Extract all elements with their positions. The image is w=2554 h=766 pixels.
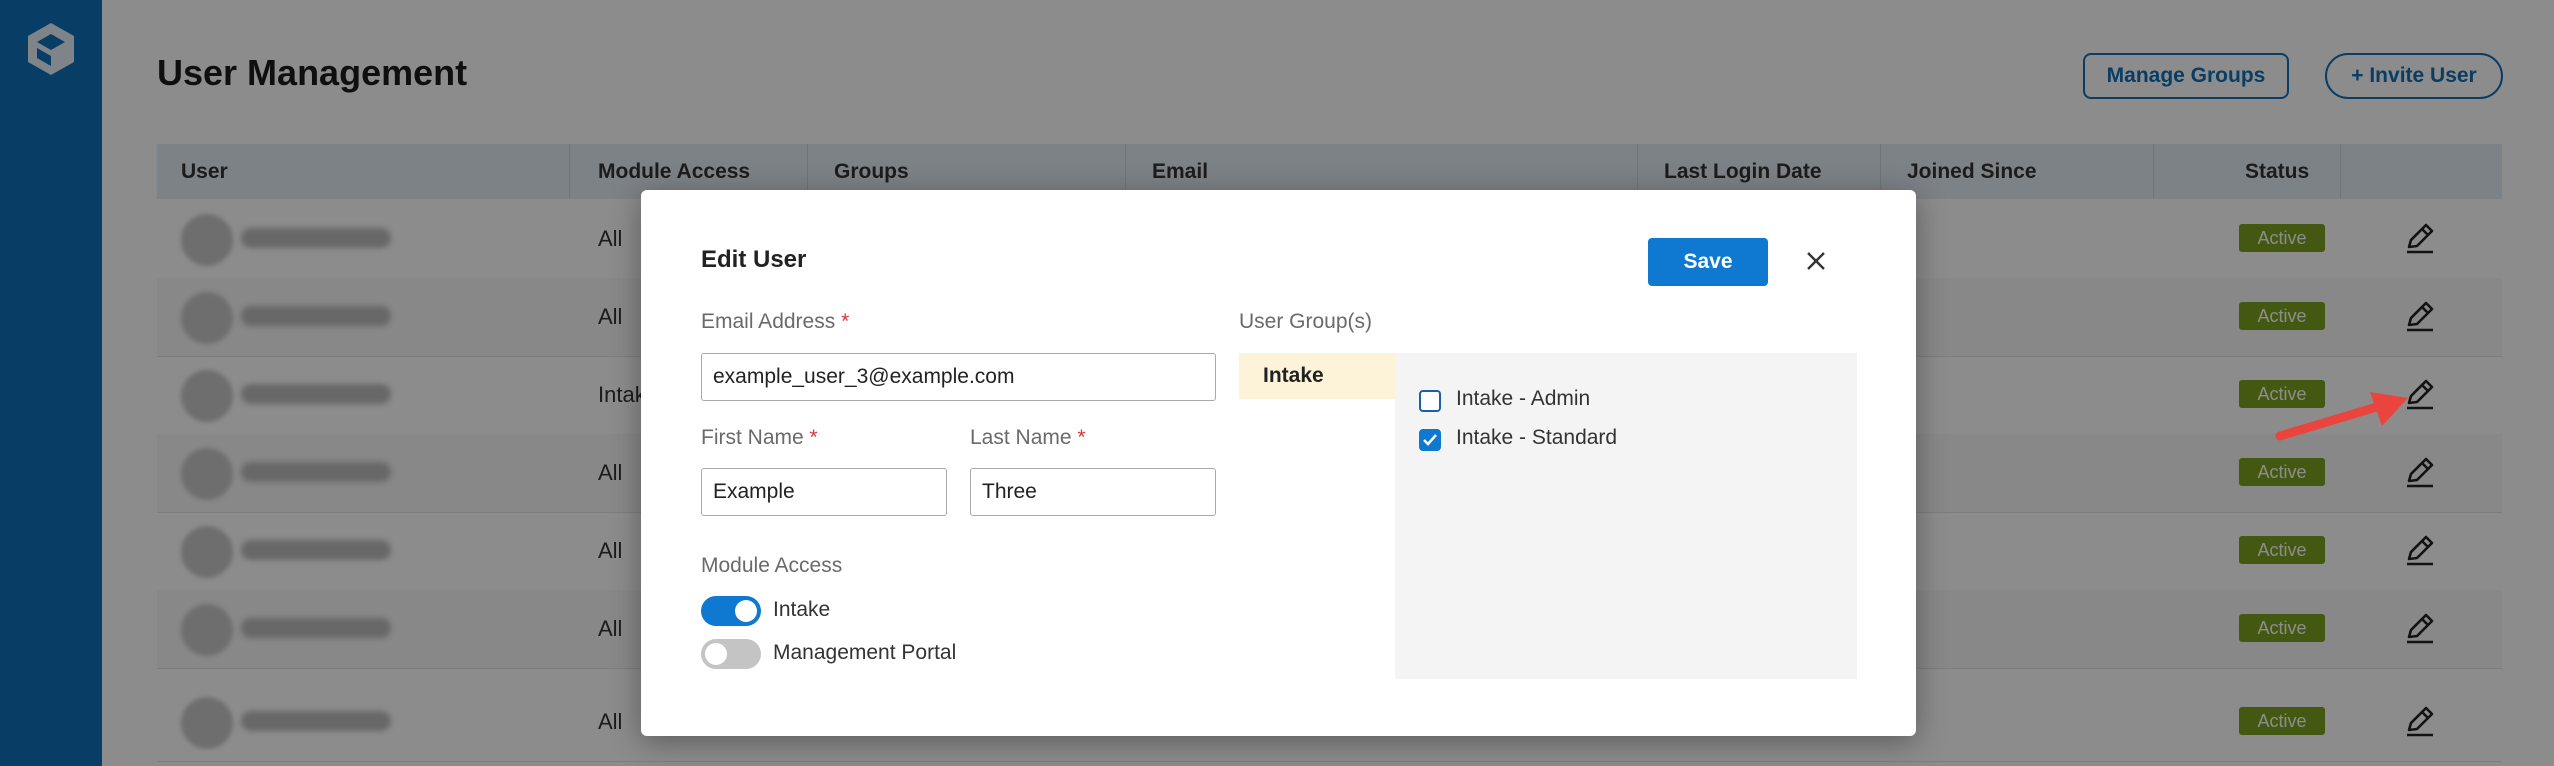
email-field[interactable]: example_user_3@example.com (701, 353, 1216, 401)
checkbox-label-intake-admin: Intake - Admin (1456, 387, 1591, 410)
toggle-label-intake: Intake (773, 598, 831, 621)
module-access-label: Module Access (701, 554, 843, 577)
toggle-knob (705, 643, 727, 665)
toggle-management-portal[interactable] (701, 639, 761, 669)
checkbox-intake-standard[interactable] (1419, 429, 1441, 451)
first-name-field[interactable]: Example (701, 468, 947, 516)
toggle-label-management-portal: Management Portal (773, 641, 957, 664)
save-button[interactable]: Save (1648, 238, 1768, 286)
modal-title: Edit User (701, 246, 807, 273)
checkbox-label-intake-standard: Intake - Standard (1456, 426, 1618, 449)
close-icon[interactable] (1801, 246, 1831, 276)
first-name-label: First Name * (701, 426, 818, 449)
edit-user-modal: Edit User Save Email Address * example_u… (641, 190, 1916, 736)
checkbox-intake-admin[interactable] (1419, 390, 1441, 412)
user-groups-label: User Group(s) (1239, 310, 1373, 333)
annotation-arrow-icon (2275, 392, 2408, 441)
email-label: Email Address * (701, 310, 850, 333)
last-name-label: Last Name * (970, 426, 1086, 449)
group-tab-intake[interactable]: Intake (1239, 353, 1395, 399)
toggle-intake[interactable] (701, 596, 761, 626)
toggle-knob (735, 600, 757, 622)
last-name-field[interactable]: Three (970, 468, 1216, 516)
checkmark-icon (1423, 434, 1437, 446)
